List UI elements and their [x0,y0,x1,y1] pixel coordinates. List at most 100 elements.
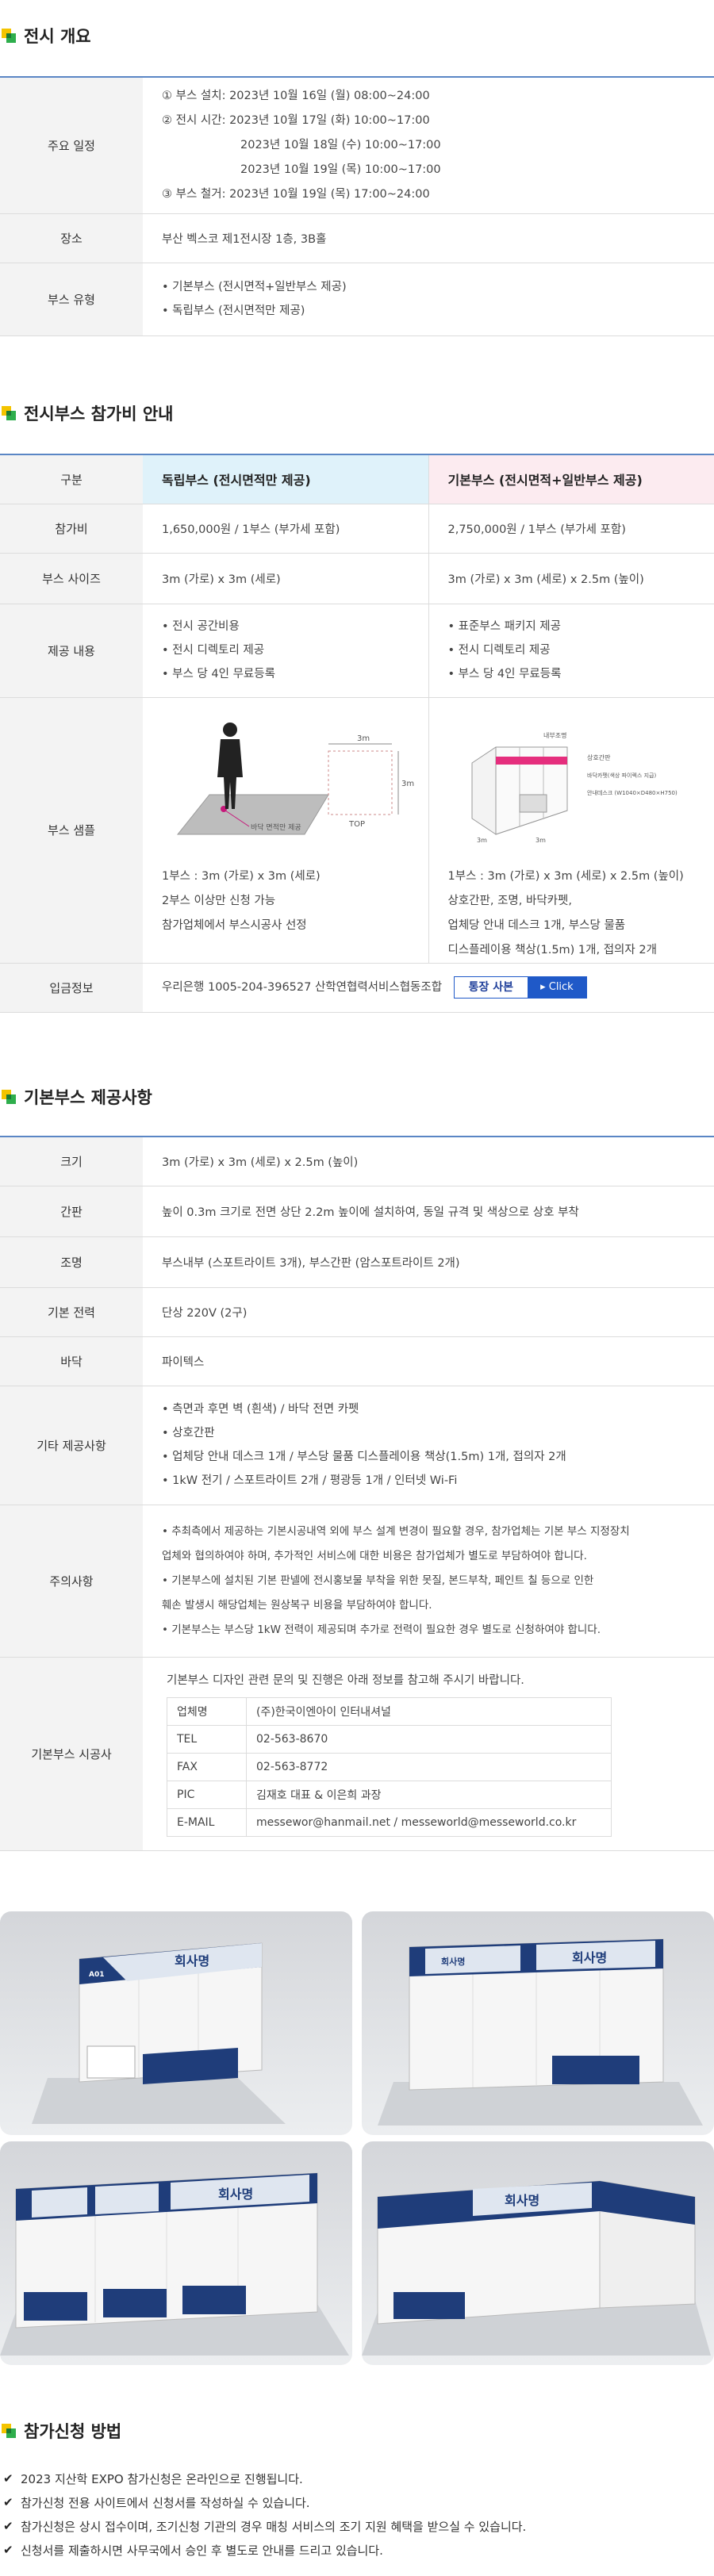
booth-type-item: 기본부스 (전시면적+일반부스 제공) [162,275,695,299]
sign-company: 회사명 [441,1956,465,1967]
contact-key: 업체명 [167,1697,247,1726]
etc-item: 상호간판 [162,1421,695,1445]
provision-table: 크기 3m (가로) x 3m (세로) x 2.5m (높이) 간판 높이 0… [0,1136,714,1851]
provide-item: 전시 디렉토리 제공 [448,638,696,662]
section-bullet-icon [2,29,16,43]
contractor-intro: 기본부스 디자인 관련 문의 및 진행은 아래 정보를 참고해 주시기 바랍니다… [167,1674,524,1687]
check-icon: ✔ [3,2519,13,2533]
howto-text: 참가신청은 상시 접수이며, 조기신청 기관의 경우 매칭 서비스의 조기 지원… [21,2519,527,2534]
notice-line: 업체와 협의하여야 하며, 추가적인 서비스에 대한 비용은 참가업체가 별도로… [162,1549,587,1562]
booth-photo-2: 회사명 회사명 [362,1911,714,2135]
size-label: 부스 사이즈 [0,553,143,604]
sample-line: 상호간판, 조명, 바닥카펫, [447,894,572,907]
inner-light-label: 내부조명 [543,731,566,739]
booth-type-list: 기본부스 (전시면적+일반부스 제공) 독립부스 (전시면적만 제공) [143,263,714,336]
contact-value: 김재호 대표 & 이은희 과장 [246,1781,612,1809]
provide-label: 제공 내용 [0,604,143,698]
etc-list: 측면과 후면 벽 (흰색) / 바닥 전면 카펫 상호간판 업체당 안내 데스크… [143,1386,714,1505]
independent-booth-diagram: 바닥 면적만 제공 3m 3m TOP [176,722,414,834]
bankbook-copy-button[interactable]: 통장 사본 ▸ Click [453,976,587,999]
sample-line: 업체당 안내 데스크 1개, 부스당 물품 [447,918,626,932]
dim-label: 3m [477,837,487,844]
provide-independent: 전시 공간비용 전시 디렉토리 제공 부스 당 4인 무료등록 [143,604,428,698]
etc-item: 1kW 전기 / 스포트라이트 2개 / 평광등 1개 / 인터넷 Wi-Fi [162,1469,695,1493]
provision-label: 바닥 [0,1336,143,1386]
contact-key: PIC [167,1781,247,1809]
fascia-label: 상호간판 [587,753,611,761]
etc-label: 기타 제공사항 [0,1386,143,1505]
basic-booth-diagram: 내부조명 상호간판 바닥카펫(색상 파이렉스 지급) 안내데스크 (W1040×… [471,731,678,844]
howto-item: ✔ 참가신청 전용 사이트에서 신청서를 작성하실 수 있습니다. [3,2490,526,2514]
booth-type-label: 부스 유형 [0,263,143,336]
sample-basic: 내부조명 상호간판 바닥카펫(색상 파이렉스 지급) 안내데스크 (W1040×… [428,697,714,964]
schedule-line: 2023년 10월 18일 (수) 10:00~17:00 [240,138,441,151]
page: 전시 개요 주요 일정 ① 부스 설치: 2023년 10월 16일 (월) 0… [0,0,714,2576]
contact-key: FAX [167,1753,247,1781]
top-label: TOP [348,820,365,829]
contractor-info: 기본부스 디자인 관련 문의 및 진행은 아래 정보를 참고해 주시기 바랍니다… [143,1657,714,1851]
section-bullet-icon [2,406,16,420]
notice-line: • 기본부스에 설치된 기본 판넬에 전시홍보물 부착을 위한 못질, 본드부착… [162,1574,594,1587]
sign-company: 회사명 [505,2193,539,2208]
provide-item: 전시 디렉토리 제공 [162,638,409,662]
sample-line: 1부스 : 3m (가로) x 3m (세로) [162,869,321,883]
provision-title: 기본부스 제공사항 [24,1088,152,1107]
col-basic-booth: 기본부스 (전시면적+일반부스 제공) [428,454,714,504]
howto-text: 참가신청 전용 사이트에서 신청서를 작성하실 수 있습니다. [21,2495,310,2510]
booth-photo-3: 회사명 [0,2141,352,2365]
size-independent: 3m (가로) x 3m (세로) [143,553,428,604]
sample-line: 디스플레이용 책상(1.5m) 1개, 접의자 2개 [447,943,657,956]
fee-title: 전시부스 참가비 안내 [24,404,174,424]
fee-section-title: 전시부스 참가비 안내 [0,401,174,425]
provision-value: 파이텍스 [143,1336,714,1386]
booth-photo-1: 회사명 A01 [0,1911,352,2135]
sign-company: 회사명 [572,1950,607,1965]
howto-item: ✔ 2023 지산학 EXPO 참가신청은 온라인으로 진행됩니다. [3,2467,526,2490]
overview-section-title: 전시 개요 [0,24,91,48]
contact-value: messewor@hanmail.net / messeworld@messew… [246,1808,612,1837]
col-independent-booth: 독립부스 (전시면적만 제공) [143,454,428,504]
schedule-line: ③ 부스 철거: 2023년 10월 19일 (목) 17:00~24:00 [162,187,430,201]
sample-line: 참가업체에서 부스시공사 선정 [162,918,307,932]
contact-table: 업체명 (주)한국이엔아이 인터내셔널 TEL 02-563-8670 FAX 02-… [167,1697,612,1837]
contact-value: 02-563-8772 [246,1753,612,1781]
contact-key: E-MAIL [167,1808,247,1837]
dim-height: 3m [401,780,414,788]
etc-item: 측면과 후면 벽 (흰색) / 바닥 전면 카펫 [162,1397,695,1421]
notice-list: • 추최측에서 제공하는 기본시공내역 외에 부스 설계 변경이 필요할 경우,… [143,1505,714,1658]
size-basic: 3m (가로) x 3m (세로) x 2.5m (높이) [428,553,714,604]
schedule-line: ① 부스 설치: 2023년 10월 16일 (월) 08:00~24:00 [162,89,430,102]
provide-item: 부스 당 4인 무료등록 [448,662,696,686]
etc-item: 업체당 안내 데스크 1개 / 부스당 물품 디스플레이용 책상(1.5m) 1… [162,1445,695,1469]
provide-item: 부스 당 4인 무료등록 [162,662,409,686]
howto-list: ✔ 2023 지산학 EXPO 참가신청은 온라인으로 진행됩니다. ✔ 참가신청 … [3,2467,526,2562]
provision-value: 3m (가로) x 3m (세로) x 2.5m (높이) [143,1136,714,1186]
dim-label: 3m [536,837,546,844]
provision-value: 단상 220V (2구) [143,1287,714,1337]
fee-label: 참가비 [0,504,143,554]
notice-line: • 기본부스는 부스당 1kW 전력이 제공되며 추가로 전력이 필요한 경우 … [162,1623,601,1636]
section-bullet-icon [2,1090,16,1104]
carpet-label: 바닥카펫(색상 파이렉스 지급) [587,772,656,779]
provision-label: 기본 전력 [0,1287,143,1337]
counter-label: 안내데스크 (W1040×D480×H750) [587,789,678,796]
check-icon: ✔ [3,2543,13,2557]
venue-label: 장소 [0,213,143,263]
contractor-label: 기본부스 시공사 [0,1657,143,1851]
section-bullet-icon [2,2424,16,2438]
contact-value: (주)한국이엔아이 인터내셔널 [246,1697,612,1726]
howto-title: 참가신청 방법 [24,2422,122,2441]
howto-item: ✔ 참가신청은 상시 접수이며, 조기신청 기관의 경우 매칭 서비스의 조기 지… [3,2514,526,2538]
fee-col-label: 구분 [0,454,143,504]
overview-title: 전시 개요 [24,27,91,46]
howto-text: 신청서를 제출하시면 사무국에서 승인 후 별도로 안내를 드리고 있습니다. [21,2543,383,2558]
notice-line: • 추최측에서 제공하는 기본시공내역 외에 부스 설계 변경이 필요할 경우,… [162,1524,630,1538]
dim-width: 3m [357,734,370,743]
fee-independent: 1,650,000원 / 1부스 (부가세 포함) [143,504,428,554]
booth-photo-4: 회사명 [362,2141,714,2365]
booth-type-item: 독립부스 (전시면적만 제공) [162,299,695,323]
provide-basic: 표준부스 패키지 제공 전시 디렉토리 제공 부스 당 4인 무료등록 [428,604,714,698]
sign-code: A01 [89,1971,105,1979]
schedule-list: ① 부스 설치: 2023년 10월 16일 (월) 08:00~24:00 ②… [143,76,714,214]
provision-value: 부스내부 (스포트라이트 3개), 부스간판 (암스포트라이트 2개) [143,1236,714,1288]
